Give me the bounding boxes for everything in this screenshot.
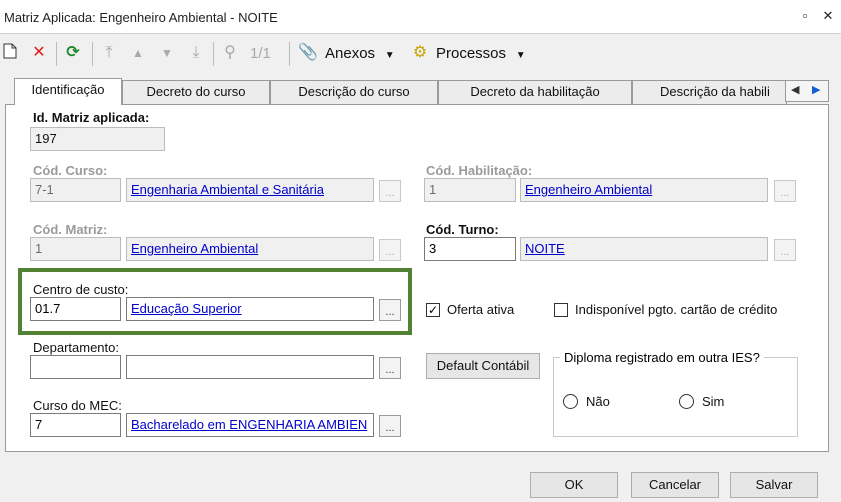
diploma-sim-radio[interactable] [679, 394, 694, 409]
oferta-ativa-checkbox[interactable]: ✓ [426, 303, 440, 317]
curso-mec-lookup-button[interactable]: ... [379, 415, 401, 437]
toolbar-separator [213, 42, 214, 66]
indisponivel-checkbox[interactable] [554, 303, 568, 317]
toolbar: ✕ ⟳ ⤒ ▲ ▼ ⤓ ⚲ 1/1 📎 Anexos ▼ ⚙ Processos… [0, 34, 841, 72]
departamento-code-field[interactable] [30, 355, 121, 379]
departamento-label: Departamento: [33, 340, 119, 355]
id-matriz-label: Id. Matriz aplicada: [33, 110, 150, 125]
centro-custo-name-field[interactable]: Educação Superior [126, 297, 374, 321]
restore-button[interactable]: ▫ [797, 8, 813, 24]
cod-matriz-name-field[interactable]: Engenheiro Ambiental [126, 237, 374, 261]
cod-curso-code-field[interactable]: 7-1 [30, 178, 121, 202]
cod-matriz-code-field[interactable]: 1 [30, 237, 121, 261]
departamento-lookup-button[interactable]: ... [379, 357, 401, 379]
cod-turno-name-link[interactable]: NOITE [525, 241, 565, 256]
find-binoculars-icon[interactable]: ⚲ [220, 43, 240, 63]
centro-custo-lookup-button[interactable]: ... [379, 299, 401, 321]
first-record-icon[interactable]: ⤒ [99, 43, 119, 63]
paperclip-icon: 📎 [298, 44, 318, 61]
refresh-icon[interactable]: ⟳ [63, 43, 83, 63]
scroll-left-icon[interactable]: ◀ [791, 83, 799, 96]
tab-scroll-buttons: ◀ ▶ [785, 80, 829, 102]
last-record-icon[interactable]: ⤓ [186, 43, 206, 63]
curso-mec-name-link[interactable]: Bacharelado em ENGENHARIA AMBIEN [131, 417, 367, 432]
curso-mec-code-field[interactable]: 7 [30, 413, 121, 437]
close-window-button[interactable]: ✕ [820, 8, 836, 24]
record-counter: 1/1 [250, 45, 271, 62]
previous-record-icon[interactable]: ▲ [128, 43, 148, 63]
window-title: Matriz Aplicada: Engenheiro Ambiental - … [4, 10, 278, 25]
cod-habilitacao-lookup-button[interactable]: ... [774, 180, 796, 202]
curso-mec-name-field[interactable]: Bacharelado em ENGENHARIA AMBIEN [126, 413, 374, 437]
next-record-icon[interactable]: ▼ [157, 43, 177, 63]
tab-descricao-habilitacao[interactable]: Descrição da habili [632, 80, 787, 104]
cod-turno-label: Cód. Turno: [426, 222, 499, 237]
delete-icon[interactable]: ✕ [29, 43, 49, 63]
anexos-menu[interactable]: Anexos ▼ [325, 45, 395, 62]
tab-decreto-habilitacao[interactable]: Decreto da habilitação [438, 80, 632, 104]
oferta-ativa-label: Oferta ativa [447, 302, 515, 317]
anexos-label: Anexos [325, 45, 376, 62]
processos-menu[interactable]: Processos ▼ [436, 45, 526, 62]
diploma-nao-radio[interactable] [563, 394, 578, 409]
cod-habilitacao-name-field[interactable]: Engenheiro Ambiental [520, 178, 768, 202]
centro-custo-code-field[interactable]: 01.7 [30, 297, 121, 321]
gears-icon: ⚙ [412, 44, 428, 61]
indisponivel-label: Indisponível pgto. cartão de crédito [575, 302, 778, 317]
processos-label: Processos [436, 45, 507, 62]
tab-descricao-curso[interactable]: Descrição do curso [270, 80, 438, 104]
diploma-nao-label: Não [586, 394, 610, 409]
cod-turno-lookup-button[interactable]: ... [774, 239, 796, 261]
cod-habilitacao-code-field[interactable]: 1 [424, 178, 516, 202]
save-button[interactable]: Salvar [730, 472, 818, 498]
cod-curso-name-field[interactable]: Engenharia Ambiental e Sanitária [126, 178, 374, 202]
chevron-down-icon: ▼ [379, 50, 395, 61]
cod-matriz-label: Cód. Matriz: [33, 222, 108, 237]
diploma-legend: Diploma registrado em outra IES? [560, 350, 764, 365]
chevron-down-icon: ▼ [510, 50, 526, 61]
tab-identificacao[interactable]: Identificação [14, 78, 122, 105]
toolbar-separator [92, 42, 93, 66]
cod-habilitacao-name-link[interactable]: Engenheiro Ambiental [525, 182, 652, 197]
cod-curso-label: Cód. Curso: [33, 163, 108, 178]
new-document-icon[interactable] [0, 43, 20, 63]
cod-curso-lookup-button[interactable]: ... [379, 180, 401, 202]
title-bar: Matriz Aplicada: Engenheiro Ambiental - … [0, 0, 841, 34]
cod-matriz-lookup-button[interactable]: ... [379, 239, 401, 261]
default-contabil-button[interactable]: Default Contábil [426, 353, 540, 379]
centro-custo-label: Centro de custo: [33, 282, 129, 297]
tab-decreto-curso[interactable]: Decreto do curso [122, 80, 270, 104]
diploma-sim-label: Sim [702, 394, 725, 409]
cod-turno-code-field[interactable]: 3 [424, 237, 516, 261]
departamento-name-field[interactable] [126, 355, 374, 379]
cod-habilitacao-label: Cód. Habilitação: [426, 163, 533, 178]
id-matriz-field[interactable]: 197 [30, 127, 165, 151]
toolbar-separator [289, 42, 290, 66]
cod-turno-name-field[interactable]: NOITE [520, 237, 768, 261]
toolbar-separator [56, 42, 57, 66]
cod-matriz-name-link[interactable]: Engenheiro Ambiental [131, 241, 258, 256]
ok-button[interactable]: OK [530, 472, 618, 498]
scroll-right-icon[interactable]: ▶ [812, 83, 820, 96]
centro-custo-name-link[interactable]: Educação Superior [131, 301, 242, 316]
curso-mec-label: Curso do MEC: [33, 398, 122, 413]
cod-curso-name-link[interactable]: Engenharia Ambiental e Sanitária [131, 182, 324, 197]
cancel-button[interactable]: Cancelar [631, 472, 719, 498]
